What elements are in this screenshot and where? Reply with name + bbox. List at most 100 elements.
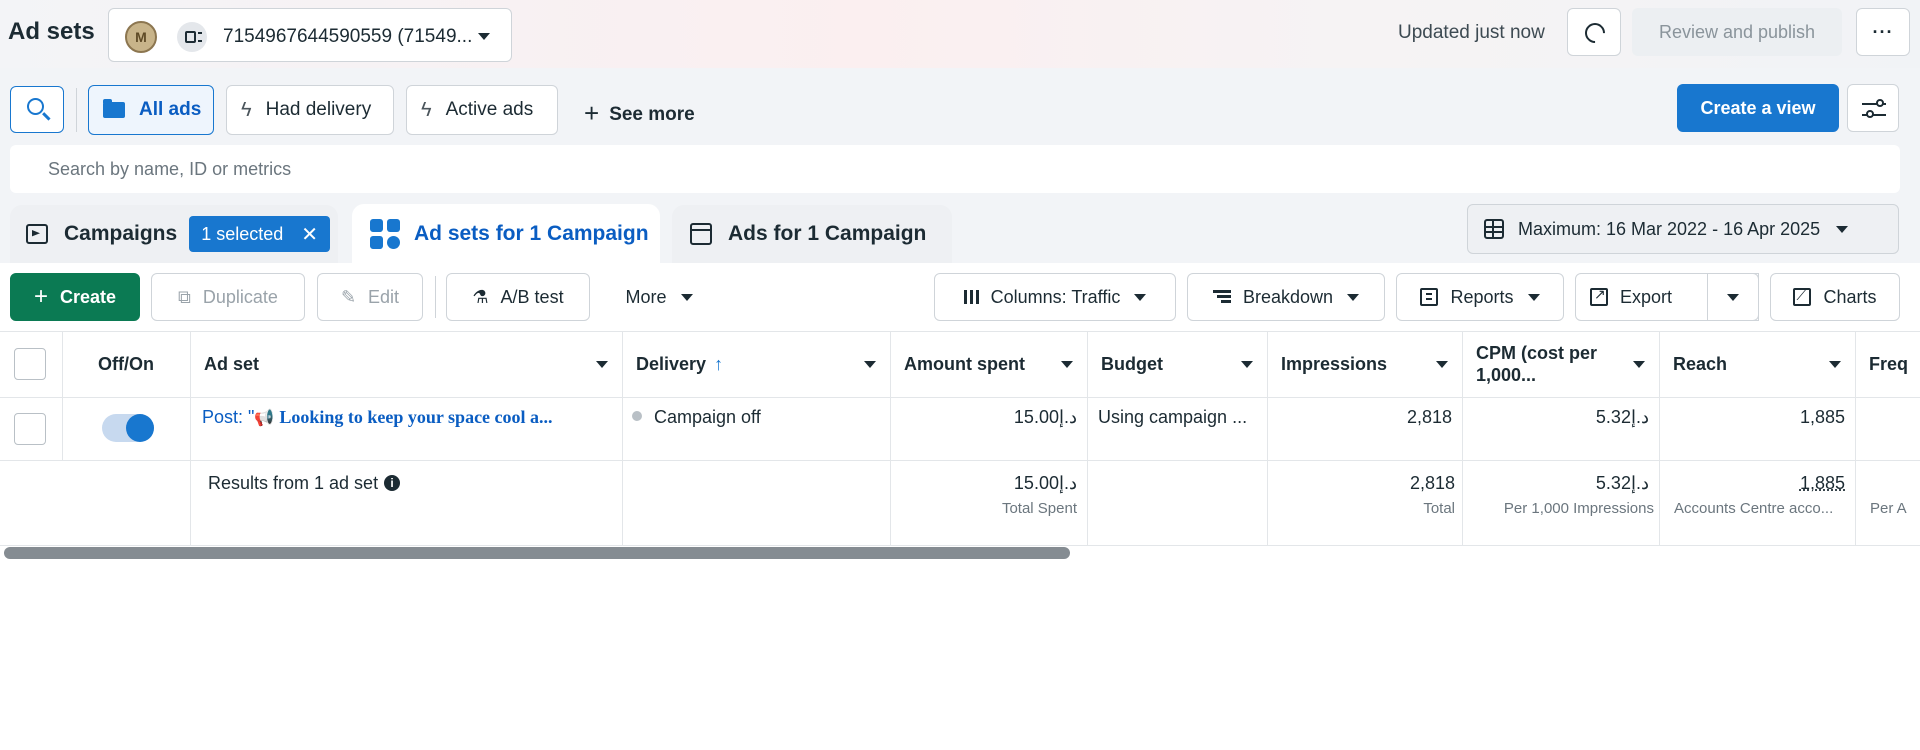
amount-spent-value: 15.00د.إ [1013,407,1077,427]
toggle-knob [126,414,154,442]
status-dot-icon [632,411,642,421]
breakdown-button[interactable]: Breakdown [1187,273,1385,321]
tab-label: Ads for 1 Campaign [728,222,927,245]
chip-active-ads[interactable]: ϟ Active ads [406,85,558,135]
column-header-off-on[interactable]: Off/On [62,331,190,397]
search-toggle-button[interactable] [10,86,64,133]
divider [435,276,436,318]
chevron-down-icon[interactable] [864,361,876,368]
chip-label: Active ads [445,99,534,120]
column-header-budget[interactable]: Budget [1087,331,1267,397]
chevron-down-icon [1727,293,1739,301]
charts-button[interactable]: Charts [1770,273,1900,321]
chart-icon [1793,287,1812,306]
summary-label: Results from 1 ad set i [208,473,401,494]
updated-status: Updated just now [1398,22,1545,43]
flag-icon [26,224,48,244]
delivery-status: Campaign off [632,407,882,428]
see-more-button[interactable]: + See more [584,96,695,128]
divider [0,545,1920,546]
column-header-ad-set[interactable]: Ad set [190,331,622,397]
summary-cpm: 5.32د.إ [1595,473,1649,493]
account-logo: M [125,21,157,53]
chevron-down-icon[interactable] [596,361,608,368]
tab-ads[interactable]: Ads for 1 Campaign [672,205,952,263]
plus-icon: + [33,283,48,310]
ellipsis-icon: ··· [1872,21,1894,42]
ad-set-toggle[interactable] [102,414,154,442]
ad-window-icon [690,223,712,245]
chip-all-ads[interactable]: All ads [88,85,214,135]
tab-label: Campaigns [64,222,178,245]
row-checkbox[interactable] [14,413,46,445]
account-selector[interactable]: M 7154967644590559 (71549... [108,8,512,62]
chevron-down-icon [1836,225,1849,233]
chevron-down-icon[interactable] [1061,361,1073,368]
duplicate-button[interactable]: ⧉ Duplicate [151,273,305,321]
info-icon[interactable]: i [384,475,401,491]
summary-amount-spent-label: Total Spent [1001,500,1077,517]
column-header-reach[interactable]: Reach [1659,331,1855,397]
summary-frequency-label: Per A [1870,500,1907,517]
column-header-delivery[interactable]: Delivery ↑ [622,331,890,397]
cpm-value: 5.32د.إ [1595,407,1649,427]
account-id-label: 7154967644590559 (71549... [223,26,473,47]
grid-icon [370,219,400,249]
chip-had-delivery[interactable]: ϟ Had delivery [226,85,394,135]
columns-button[interactable]: Columns: Traffic [934,273,1176,321]
chevron-down-icon[interactable] [1241,361,1253,368]
megaphone-icon: 📢 [254,410,275,427]
review-publish-button[interactable]: Review and publish [1632,8,1842,56]
chevron-down-icon [1134,293,1147,301]
view-settings-button[interactable] [1847,84,1899,132]
lightning-icon: ϟ [421,98,432,121]
summary-reach[interactable]: 1,885 [1669,473,1845,494]
more-actions-button[interactable]: More [604,273,714,321]
breakdown-icon [1212,290,1231,304]
search-bar [10,145,1900,193]
tab-ad-sets[interactable]: Ad sets for 1 Campaign [352,204,660,264]
chevron-down-icon[interactable] [1436,361,1448,368]
column-header-impressions[interactable]: Impressions [1267,331,1462,397]
edit-button[interactable]: ✎ Edit [317,273,423,321]
lightning-icon: ϟ [241,98,252,121]
column-header-frequency[interactable]: Freq [1855,331,1920,397]
divider [0,397,1920,398]
date-range-picker[interactable]: Maximum: 16 Mar 2022 - 16 Apr 2025 [1467,204,1899,254]
chevron-down-icon[interactable] [1633,361,1645,368]
summary-impressions: 2,818 [1409,473,1455,493]
column-header-amount-spent[interactable]: Amount spent [890,331,1087,397]
reports-button[interactable]: Reports [1396,273,1564,321]
close-icon[interactable]: ✕ [301,222,318,247]
divider [76,88,77,132]
horizontal-scrollbar[interactable] [4,547,1070,559]
page-title: Ad sets [8,18,95,45]
summary-amount-spent: 15.00د.إ [1013,473,1077,493]
more-options-button[interactable]: ··· [1856,8,1910,56]
pencil-icon: ✎ [340,286,357,307]
divider [0,460,1920,461]
chevron-down-icon[interactable] [1829,361,1841,368]
calendar-icon [1484,219,1504,239]
selected-badge[interactable]: 1 selected ✕ [189,216,331,252]
export-dropdown[interactable] [1707,273,1759,321]
budget-value: Using campaign ... [1098,407,1248,427]
chip-label: All ads [139,99,202,120]
ab-test-button[interactable]: ⚗ A/B test [446,273,590,321]
impressions-value: 2,818 [1406,407,1452,427]
chevron-down-icon [478,33,490,40]
date-range-label: Maximum: 16 Mar 2022 - 16 Apr 2025 [1518,218,1821,239]
create-view-button[interactable]: Create a view [1677,84,1839,132]
column-header-cpm[interactable]: CPM (cost per 1,000... [1462,331,1659,397]
summary-reach-label: Accounts Centre acco... [1674,500,1834,517]
ad-set-name-link[interactable]: Post: "📢 Looking to keep your space cool… [202,407,610,428]
summary-cpm-label: Per 1,000 Impressions [1503,500,1654,517]
search-input[interactable] [10,145,1900,193]
create-button[interactable]: + Create [10,273,140,321]
reports-icon [1420,288,1439,306]
export-icon [1590,286,1608,306]
tab-campaigns[interactable]: Campaigns 1 selected ✕ [10,205,338,263]
select-all-checkbox[interactable] [14,348,46,380]
folder-icon [103,99,125,118]
refresh-button[interactable] [1567,8,1621,56]
